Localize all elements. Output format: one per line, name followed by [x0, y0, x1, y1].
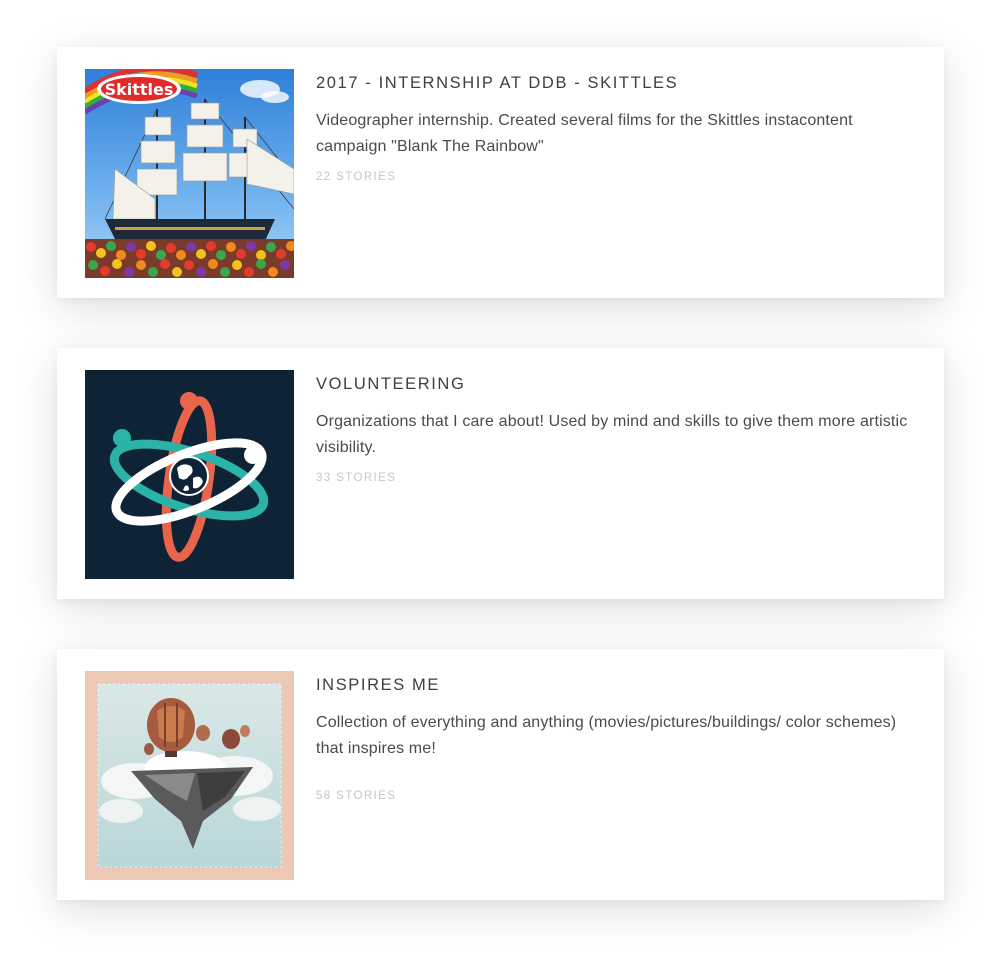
- collection-details: 2017 - INTERNSHIP AT DDB - SKITTLES Vide…: [316, 71, 924, 185]
- hot-air-balloon-island-image: [85, 671, 294, 880]
- story-count: 33 STORIES: [316, 472, 397, 484]
- story-count: 58 STORIES: [316, 790, 397, 802]
- collection-title[interactable]: 2017 - INTERNSHIP AT DDB - SKITTLES: [316, 71, 924, 95]
- skittles-ship-image: Skittles: [85, 69, 294, 278]
- collection-card-internship[interactable]: Skittles 2017 - INTERNSHIP AT DDB - SKIT…: [57, 47, 944, 298]
- inspires-me-thumbnail[interactable]: [85, 671, 294, 880]
- story-count: 22 STORIES: [316, 171, 397, 183]
- collection-details: VOLUNTEERING Organizations that I care a…: [316, 372, 924, 486]
- skittles-ship-thumbnail[interactable]: Skittles: [85, 69, 294, 278]
- collection-card-volunteering[interactable]: VOLUNTEERING Organizations that I care a…: [57, 348, 944, 599]
- atom-globe-logo: [85, 370, 294, 579]
- collection-description: Collection of everything and anything (m…: [316, 714, 897, 757]
- collection-description: Organizations that I care about! Used by…: [316, 413, 908, 456]
- collection-details: INSPIRES ME Collection of everything and…: [316, 673, 924, 804]
- collection-title[interactable]: INSPIRES ME: [316, 673, 924, 697]
- volunteering-thumbnail[interactable]: [85, 370, 294, 579]
- collection-description: Videographer internship. Created several…: [316, 112, 853, 155]
- collection-list: Skittles 2017 - INTERNSHIP AT DDB - SKIT…: [0, 0, 994, 966]
- collection-card-inspires-me[interactable]: INSPIRES ME Collection of everything and…: [57, 649, 944, 900]
- skittles-logo-text: Skittles: [105, 80, 174, 99]
- collection-title[interactable]: VOLUNTEERING: [316, 372, 924, 396]
